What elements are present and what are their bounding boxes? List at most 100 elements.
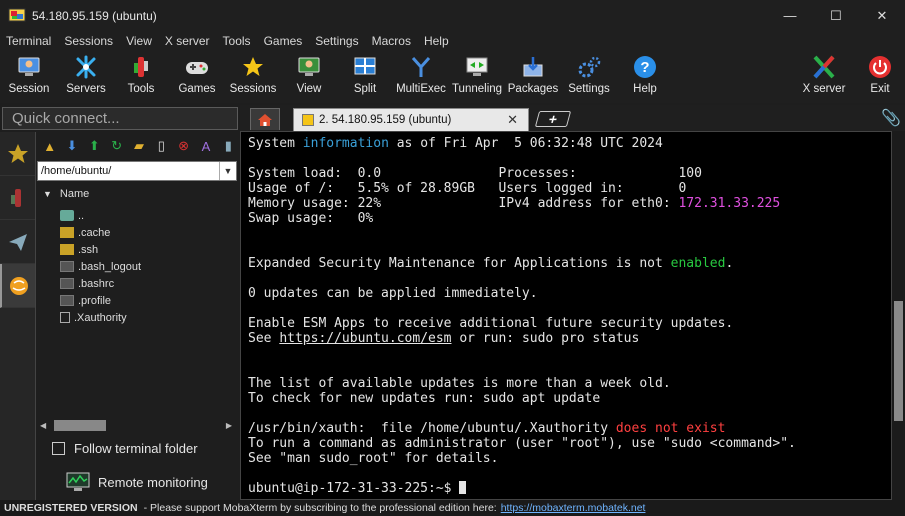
session-icon xyxy=(16,54,42,80)
multiexec-button[interactable]: MultiExec xyxy=(396,51,446,103)
menu-view[interactable]: View xyxy=(126,34,152,48)
new-tab-button[interactable]: + xyxy=(534,111,572,127)
sidebar-tab-macros[interactable] xyxy=(0,220,35,264)
terminal-prompt[interactable]: ubuntu@ip-172-31-33-225:~$ xyxy=(248,481,467,496)
menu-help[interactable]: Help xyxy=(424,34,449,48)
horizontal-scrollbar[interactable]: ◀ ▶ xyxy=(40,418,236,432)
file-item-bashrc[interactable]: .bashrc xyxy=(60,275,114,292)
servers-button[interactable]: Servers xyxy=(64,51,108,103)
exit-button[interactable]: Exit xyxy=(866,51,894,103)
esm-link[interactable]: https://ubuntu.com/esm xyxy=(279,331,451,346)
terminal-line: To run a command as administrator (user … xyxy=(248,436,796,451)
checkbox[interactable] xyxy=(52,442,65,455)
chevron-down-icon[interactable]: ▼ xyxy=(219,162,236,180)
tunneling-button[interactable]: Tunneling xyxy=(452,51,502,103)
main-toolbar: Session Servers Tools Games Sessions Vie… xyxy=(0,51,905,103)
menu-settings[interactable]: Settings xyxy=(315,34,358,48)
terminal-line: /usr/bin/xauth: file /home/ubuntu/.Xauth… xyxy=(248,421,726,436)
sftp-globe-icon xyxy=(9,276,28,295)
terminal-line: Expanded Security Maintenance for Applic… xyxy=(248,256,734,271)
scroll-left-icon[interactable]: ◀ xyxy=(40,421,46,430)
scrollbar-thumb[interactable] xyxy=(54,420,106,431)
session-button[interactable]: Session xyxy=(8,51,50,103)
split-button[interactable]: Split xyxy=(349,51,381,103)
sidebar-tab-sftp[interactable] xyxy=(0,264,35,308)
rename-icon[interactable]: A xyxy=(196,136,215,156)
file-item-parent[interactable]: .. xyxy=(60,207,84,224)
new-folder-icon[interactable]: ▰ xyxy=(129,136,148,156)
menu-terminal[interactable]: Terminal xyxy=(6,34,51,48)
terminal-line: Swap usage: 0% xyxy=(248,211,374,226)
folder-icon xyxy=(60,227,74,238)
file-item-xauthority[interactable]: .Xauthority xyxy=(60,309,127,326)
menu-macros[interactable]: Macros xyxy=(372,34,411,48)
unregistered-label: UNREGISTERED VERSION xyxy=(4,502,138,514)
terminal-scrollbar[interactable] xyxy=(892,131,905,500)
download-icon[interactable]: ⬇ xyxy=(62,136,81,156)
file-item-cache[interactable]: .cache xyxy=(60,224,110,241)
refresh-icon[interactable]: ↻ xyxy=(107,136,126,156)
file-item-profile[interactable]: .profile xyxy=(60,292,111,309)
packages-icon xyxy=(520,54,546,80)
menu-tools[interactable]: Tools xyxy=(223,34,251,48)
tunneling-icon xyxy=(464,54,490,80)
terminal-line: Enable ESM Apps to receive additional fu… xyxy=(248,316,734,331)
tools-button[interactable]: Tools xyxy=(124,51,158,103)
tab-session-2[interactable]: 2. 54.180.95.159 (ubuntu) ✕ xyxy=(293,108,529,131)
quick-connect-input[interactable]: Quick connect... xyxy=(2,107,238,130)
tab-close-icon[interactable]: ✕ xyxy=(507,112,518,128)
title-bar: 54.180.95.159 (ubuntu) — ☐ ✕ xyxy=(0,0,905,31)
menu-bar: Terminal Sessions View X server Tools Ga… xyxy=(0,31,905,51)
file-icon xyxy=(60,261,74,272)
split-icon xyxy=(352,54,378,80)
file-toolbar: ▲ ⬇ ⬆ ↻ ▰ ▯ ⊗ A ▮ xyxy=(36,132,238,160)
upload-icon[interactable]: ⬆ xyxy=(85,136,104,156)
remote-monitoring-button[interactable]: Remote monitoring xyxy=(66,472,208,492)
path-field[interactable]: /home/ubuntu/ ▼ xyxy=(37,161,237,181)
menu-sessions[interactable]: Sessions xyxy=(64,34,113,48)
follow-terminal-folder-checkbox[interactable]: Follow terminal folder xyxy=(52,441,198,456)
parent-folder-icon[interactable]: ▲ xyxy=(40,136,59,156)
sessions-button[interactable]: Sessions xyxy=(230,51,276,103)
help-button[interactable]: ? Help xyxy=(632,51,658,103)
multiexec-icon xyxy=(408,54,434,80)
sidebar-tabs xyxy=(0,132,35,500)
sidebar-tab-sessions[interactable] xyxy=(0,132,35,176)
file-item-bash-logout[interactable]: .bash_logout xyxy=(60,258,141,275)
scroll-right-icon[interactable]: ▶ xyxy=(226,421,232,430)
file-item-ssh[interactable]: .ssh xyxy=(60,241,98,258)
terminal-pane[interactable]: System information as of Fri Apr 5 06:32… xyxy=(240,131,892,500)
packages-button[interactable]: Packages xyxy=(508,51,558,103)
new-file-icon[interactable]: ▯ xyxy=(152,136,171,156)
gear-icon xyxy=(576,54,602,80)
menu-games[interactable]: Games xyxy=(264,34,303,48)
file-icon xyxy=(60,278,74,289)
maximize-button[interactable]: ☐ xyxy=(813,0,859,31)
column-header-name[interactable]: ▼ Name xyxy=(37,184,237,204)
servers-icon xyxy=(73,54,99,80)
menu-xserver[interactable]: X server xyxy=(165,34,210,48)
file-icon xyxy=(60,295,74,306)
terminal-tab-icon xyxy=(302,114,314,126)
terminal-line: Usage of /: 5.5% of 28.89GB Users logged… xyxy=(248,181,687,196)
games-button[interactable]: Games xyxy=(178,51,216,103)
home-tab[interactable] xyxy=(250,108,280,130)
properties-icon[interactable]: ▮ xyxy=(219,136,238,156)
parent-dir-icon xyxy=(60,210,74,221)
gamepad-icon xyxy=(184,54,210,80)
folder-icon xyxy=(60,244,74,255)
star-icon xyxy=(240,54,266,80)
view-button[interactable]: View xyxy=(292,51,326,103)
terminal-line: Memory usage: 22% IPv4 address for eth0:… xyxy=(248,196,781,211)
window-title: 54.180.95.159 (ubuntu) xyxy=(32,8,157,23)
sidebar-tab-tools[interactable] xyxy=(0,176,35,220)
scrollbar-thumb[interactable] xyxy=(894,301,903,421)
settings-button[interactable]: Settings xyxy=(566,51,612,103)
paperclip-icon[interactable]: 📎 xyxy=(881,108,901,128)
minimize-button[interactable]: — xyxy=(767,0,813,31)
close-button[interactable]: ✕ xyxy=(859,0,905,31)
delete-icon[interactable]: ⊗ xyxy=(174,136,193,156)
terminal-line: System load: 0.0 Processes: 100 xyxy=(248,166,702,181)
mobaxterm-link[interactable]: https://mobaxterm.mobatek.net xyxy=(501,502,646,514)
xserver-button[interactable]: X server xyxy=(801,51,847,103)
